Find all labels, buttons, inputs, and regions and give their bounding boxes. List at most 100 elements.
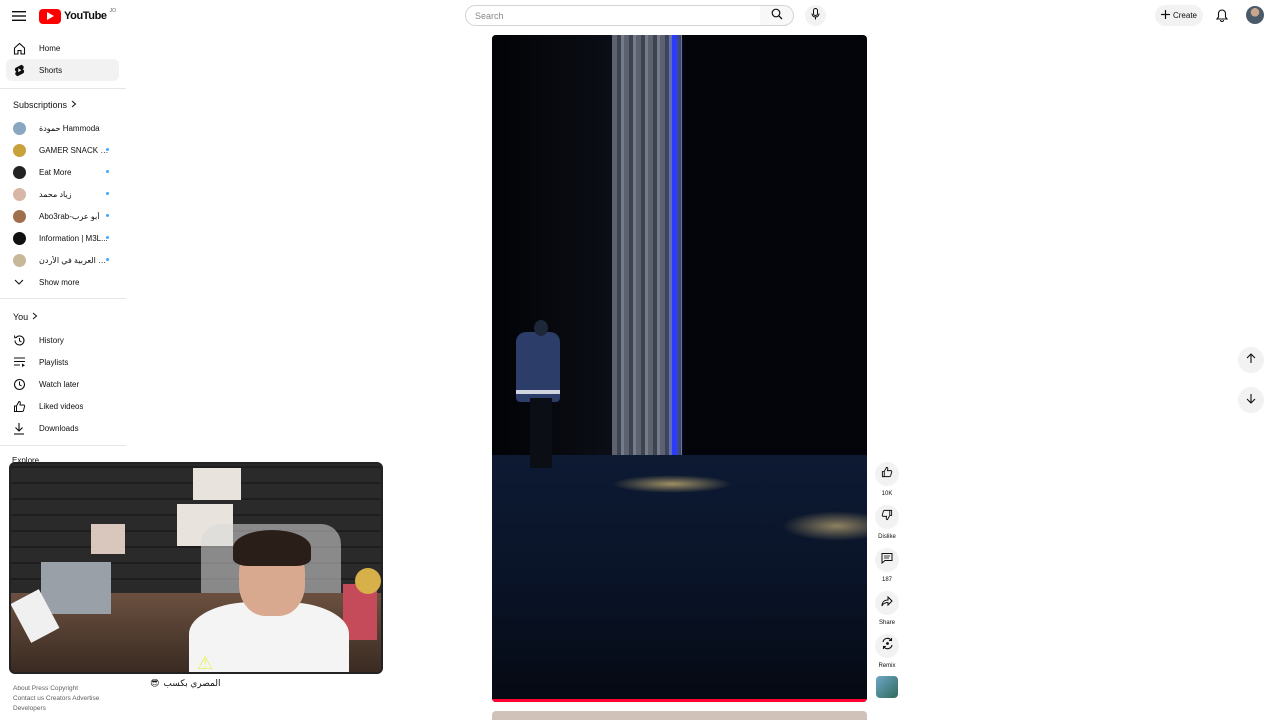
channel-avatar	[13, 209, 26, 223]
sidebar-item-home[interactable]: Home	[6, 37, 119, 59]
you-title: You	[13, 312, 29, 322]
history-icon	[12, 333, 26, 347]
shorts-icon	[12, 63, 26, 77]
share-button[interactable]	[875, 591, 899, 615]
youtube-logo[interactable]: YouTube JO	[39, 8, 116, 24]
performer	[506, 320, 566, 470]
channel-thumbnail[interactable]	[876, 676, 898, 698]
sidebar-item-watch-later[interactable]: Watch later	[6, 373, 119, 395]
playlists-icon	[12, 355, 26, 369]
account-avatar[interactable]	[1246, 6, 1264, 24]
hamburger-menu-icon[interactable]	[10, 7, 28, 25]
home-icon	[12, 41, 26, 55]
remix-button[interactable]	[875, 634, 899, 658]
hazard-icon: ⚠	[197, 653, 214, 673]
sidebar-item-label: Liked videos	[39, 401, 84, 411]
dislike-action[interactable]: Dislike	[874, 505, 900, 540]
sidebar-item-subscription[interactable]: Abo3rab-أبو عرب	[6, 205, 119, 227]
comments-action[interactable]: 187	[874, 548, 900, 583]
shorts-video-player[interactable]	[492, 35, 867, 702]
subscriptions-heading[interactable]: Subscriptions	[13, 100, 77, 110]
microphone-icon	[811, 7, 820, 25]
sidebar-show-more[interactable]: Show more	[6, 271, 119, 293]
sidebar-item-label: History	[39, 335, 64, 345]
webcam-caption-text: المصري بكسب	[163, 678, 221, 688]
sidebar-item-subscription[interactable]: مرجعية العربية في الأردن	[6, 249, 119, 271]
sidebar-divider	[0, 88, 126, 89]
like-button[interactable]	[875, 462, 899, 486]
footer-links-row[interactable]: Developers	[13, 705, 46, 712]
new-content-dot	[106, 170, 109, 173]
previous-short-button[interactable]	[1238, 347, 1264, 373]
sidebar-item-subscription[interactable]: Eat More	[6, 161, 119, 183]
shelf-item	[91, 524, 125, 554]
sidebar-item-subscription[interactable]: GAMER SNACK | ...	[6, 139, 119, 161]
sidebar-item-subscription[interactable]: زياد محمد	[6, 183, 119, 205]
remix-action[interactable]: Remix	[874, 634, 900, 669]
like-count: 10K	[881, 491, 893, 497]
new-content-dot	[106, 214, 109, 217]
webcam-caption: المصري بكسب 😎	[150, 678, 221, 689]
share-action[interactable]: Share	[874, 591, 900, 626]
search-button[interactable]	[760, 5, 794, 26]
sidebar-item-shorts[interactable]: Shorts	[6, 59, 119, 81]
sidebar-item-downloads[interactable]: Downloads	[6, 417, 119, 439]
share-arrow-icon	[881, 594, 893, 612]
sidebar-item-label: Playlists	[39, 357, 69, 367]
footer-links-row[interactable]: Contact us Creators Advertise	[13, 695, 99, 702]
sidebar-item-label: Downloads	[39, 423, 79, 433]
performer-belt	[516, 390, 560, 394]
thumbs-up-icon	[881, 465, 893, 483]
like-action[interactable]: 10K	[874, 462, 900, 497]
new-content-dot	[106, 192, 109, 195]
sidebar-item-liked-videos[interactable]: Liked videos	[6, 395, 119, 417]
you-heading[interactable]: You	[13, 312, 38, 322]
monitor	[41, 562, 111, 614]
arrow-up-icon	[1246, 351, 1256, 369]
blue-stage-light	[672, 35, 677, 472]
new-content-dot	[106, 258, 109, 261]
top-header: YouTube JO Search Create	[0, 0, 1280, 32]
create-button[interactable]: Create	[1155, 5, 1203, 26]
notifications-bell-icon[interactable]	[1213, 6, 1231, 24]
thumbs-down-icon	[881, 508, 893, 526]
person-hair	[233, 530, 311, 566]
channel-name: مرجعية العربية في الأردن	[39, 255, 109, 265]
next-short-preview[interactable]	[492, 711, 867, 720]
share-label: Share	[878, 620, 895, 626]
video-progress-bar[interactable]	[492, 699, 867, 702]
channel-avatar	[13, 187, 26, 201]
channel-name: Eat More	[39, 167, 72, 177]
channel-name: حمودة Hammoda	[39, 123, 100, 133]
sidebar-item-label: Watch later	[39, 379, 80, 389]
search-input[interactable]: Search	[465, 5, 761, 26]
sidebar-item-playlists[interactable]: Playlists	[6, 351, 119, 373]
download-icon	[12, 421, 26, 435]
footer-links-row[interactable]: About Press Copyright	[13, 685, 78, 692]
new-content-dot	[106, 148, 109, 151]
sidebar-item-history[interactable]: History	[6, 329, 119, 351]
sidebar-item-subscription[interactable]: Information | M3L...	[6, 227, 119, 249]
comment-icon	[881, 551, 893, 569]
subscriptions-title: Subscriptions	[13, 100, 68, 110]
thumbs-up-icon	[12, 399, 26, 413]
comments-button[interactable]	[875, 548, 899, 572]
performer-legs	[530, 398, 552, 468]
channel-avatar	[13, 231, 26, 245]
show-more-label: Show more	[39, 277, 80, 287]
dislike-button[interactable]	[875, 505, 899, 529]
country-code: JO	[109, 8, 117, 14]
youtube-play-icon	[39, 8, 61, 24]
chevron-down-icon	[12, 275, 26, 289]
voice-search-button[interactable]	[805, 5, 826, 26]
chevron-right-icon	[71, 100, 77, 110]
sidebar-item-subscription[interactable]: حمودة Hammoda	[6, 117, 119, 139]
watch-later-icon	[12, 377, 26, 391]
sidebar-item-label: Shorts	[39, 65, 63, 75]
channel-name: Abo3rab-أبو عرب	[39, 211, 100, 221]
logo-wordmark: YouTube	[64, 10, 107, 22]
sidebar-divider	[0, 298, 126, 299]
sidebar-item-label: Home	[39, 43, 61, 53]
next-short-button[interactable]	[1238, 387, 1264, 413]
chevron-right-icon	[32, 312, 38, 322]
